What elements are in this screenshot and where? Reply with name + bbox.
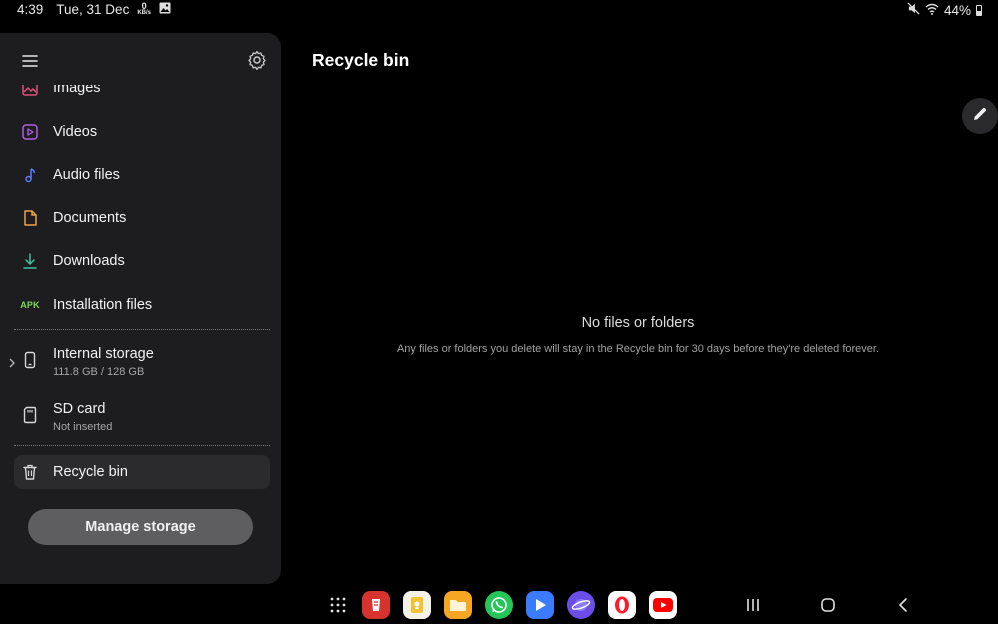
sidebar-item-sd-card[interactable]: SD card Not inserted [14,396,270,434]
sidebar-item-recycle-bin[interactable]: Recycle bin [14,455,270,489]
pencil-icon [971,105,989,128]
edit-button[interactable] [962,98,998,134]
image-notification-icon [159,2,171,17]
mute-icon [907,2,920,18]
sidebar-item-downloads[interactable]: Downloads [14,244,270,278]
app-grid-icon[interactable] [329,596,347,614]
drawer-header [0,33,281,85]
page-title: Recycle bin [312,50,410,70]
sidebar-item-label: Internal storage [53,346,154,362]
status-bar: 4:39 Tue, 31 Dec 0 KB/s 44% [0,0,998,22]
taskbar [0,588,998,624]
trash-icon [20,462,40,482]
samsung-internet-icon[interactable] [567,591,595,619]
sidebar-item-audio-files[interactable]: Audio files [14,158,270,192]
sidebar-item-label: SD card [53,401,106,417]
back-icon[interactable] [894,595,914,615]
drawer-divider [14,329,270,330]
sidebar-item-label: Downloads [53,253,125,269]
drawer-divider [14,445,270,446]
net-speed-value: 0 [141,0,147,11]
chevron-right-icon[interactable] [7,355,17,368]
phone-icon [20,350,40,370]
whatsapp-icon[interactable] [485,591,513,619]
wifi-icon [925,3,939,18]
navigation-drawer: Images Videos Audio files Documents Down… [0,33,281,584]
manage-storage-button[interactable]: Manage storage [28,509,253,545]
sidebar-item-documents[interactable]: Documents [14,201,270,235]
hamburger-menu-icon[interactable] [18,49,42,73]
home-icon[interactable] [818,595,838,615]
apk-icon: APK [20,300,40,310]
sidebar-item-label: Audio files [53,167,120,183]
sidebar-item-label: Recycle bin [53,464,128,480]
empty-state-title: No files or folders [581,315,695,331]
music-note-icon [20,165,40,185]
net-speed-indicator: 0 KB/s [137,0,151,17]
status-time: 4:39 [17,2,44,17]
battery-icon [976,4,982,16]
keep-notes-icon[interactable] [403,591,431,619]
status-date: Tue, 31 Dec [56,2,130,17]
empty-state-description: Any files or folders you delete will sta… [396,343,880,355]
red-app-icon[interactable] [362,591,390,619]
sd-card-icon [20,405,40,425]
download-icon [20,251,40,271]
youtube-icon[interactable] [649,591,677,619]
sd-card-status-text: Not inserted [53,421,113,433]
sidebar-item-installation-files[interactable]: APK Installation files [14,288,270,322]
battery-text: 44% [943,2,971,18]
storage-usage-text: 111.8 GB / 128 GB [53,366,145,378]
sidebar-item-label: Videos [53,124,98,140]
recent-apps-icon[interactable] [743,595,763,615]
opera-icon[interactable] [608,591,636,619]
document-icon [20,208,40,228]
settings-gear-icon[interactable] [245,48,269,72]
video-icon [20,122,40,142]
sidebar-item-internal-storage[interactable]: Internal storage 111.8 GB / 128 GB [9,341,270,379]
net-speed-unit: KB/s [137,9,151,16]
my-files-icon[interactable] [444,591,472,619]
sidebar-item-label: Documents [53,210,127,226]
sidebar-item-label: Installation files [53,297,153,313]
sidebar-item-videos[interactable]: Videos [14,115,270,149]
play-icon[interactable] [526,591,554,619]
